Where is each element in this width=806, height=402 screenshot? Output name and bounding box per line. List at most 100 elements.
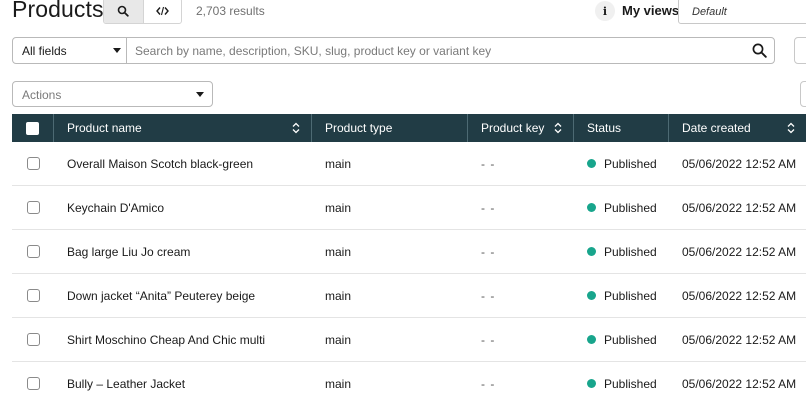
filter-button[interactable] — [794, 37, 806, 64]
code-mode-button[interactable] — [142, 0, 182, 23]
product-type-cell: main — [312, 142, 468, 185]
column-settings-button[interactable] — [800, 81, 806, 107]
product-name[interactable]: Bully – Leather Jacket — [67, 377, 185, 391]
actions-select[interactable]: Actions — [12, 81, 213, 107]
search-icon — [117, 5, 129, 17]
row-checkbox[interactable] — [26, 245, 40, 258]
select-all-checkbox[interactable] — [26, 121, 39, 135]
caret-down-icon — [196, 92, 204, 97]
results-count: 2,703 results — [196, 4, 265, 18]
status-cell: Published — [574, 362, 669, 402]
date-created: 05/06/2022 12:52 AM — [682, 332, 797, 347]
table-row[interactable]: Down jacket “Anita” Peuterey beige main … — [12, 274, 806, 318]
info-icon[interactable]: i — [595, 1, 615, 21]
date-created: 05/06/2022 12:52 AM — [682, 200, 797, 215]
table-body: Overall Maison Scotch black-green main -… — [12, 142, 806, 402]
date-created-cell: 05/06/2022 12:52 AM — [669, 318, 806, 361]
product-type: main — [325, 288, 352, 303]
product-key: - - — [481, 376, 496, 391]
row-checkbox[interactable] — [26, 377, 40, 390]
table-row[interactable]: Overall Maison Scotch black-green main -… — [12, 142, 806, 186]
product-name[interactable]: Down jacket “Anita” Peuterey beige — [67, 289, 255, 303]
table-row[interactable]: Bully – Leather Jacket main - - Publishe… — [12, 362, 806, 402]
product-key-cell: - - — [468, 142, 574, 185]
search-field-value: All fields — [22, 43, 67, 58]
status-cell: Published — [574, 230, 669, 273]
product-type: main — [325, 244, 352, 259]
page-title: Products — [12, 0, 104, 22]
product-name[interactable]: Overall Maison Scotch black-green — [67, 157, 253, 171]
status-badge: Published — [604, 244, 657, 259]
product-key-cell: - - — [468, 230, 574, 273]
product-key: - - — [481, 244, 496, 259]
product-type: main — [325, 200, 352, 215]
product-name-cell: Bag large Liu Jo cream — [54, 230, 312, 273]
date-created-cell: 05/06/2022 12:52 AM — [669, 230, 806, 273]
search-submit-button[interactable] — [744, 38, 774, 63]
row-select-cell — [12, 186, 54, 229]
status-dot-icon — [587, 291, 596, 300]
page-header: Products 2,703 results i My views Defaul… — [0, 0, 806, 30]
search-input[interactable] — [127, 38, 744, 63]
status-dot-icon — [587, 203, 596, 212]
product-key: - - — [481, 156, 496, 171]
product-name-cell: Keychain D'Amico — [54, 186, 312, 229]
status-badge: Published — [604, 332, 657, 347]
sort-icon — [787, 122, 795, 134]
product-type-cell: main — [312, 362, 468, 402]
table-header: Product name Product type Product key St… — [12, 114, 806, 142]
date-created-cell: 05/06/2022 12:52 AM — [669, 274, 806, 317]
date-created-cell: 05/06/2022 12:52 AM — [669, 142, 806, 185]
search-mode-toggle — [103, 0, 182, 24]
row-select-cell — [12, 274, 54, 317]
row-checkbox[interactable] — [26, 333, 40, 346]
table-row[interactable]: Keychain D'Amico main - - Published 05/0… — [12, 186, 806, 230]
sort-icon — [554, 122, 562, 134]
column-header-status[interactable]: Status — [574, 114, 669, 142]
product-type: main — [325, 156, 352, 171]
product-name-cell: Shirt Moschino Cheap And Chic multi — [54, 318, 312, 361]
product-name-cell: Bully – Leather Jacket — [54, 362, 312, 402]
my-views-label: My views — [622, 3, 680, 18]
status-badge: Published — [604, 288, 657, 303]
column-header-product-key[interactable]: Product key — [468, 114, 574, 142]
column-label: Product name — [67, 121, 142, 135]
column-header-product-name[interactable]: Product name — [54, 114, 312, 142]
date-created-cell: 05/06/2022 12:52 AM — [669, 186, 806, 229]
product-key: - - — [481, 332, 496, 347]
row-select-cell — [12, 318, 54, 361]
column-label: Status — [587, 121, 622, 135]
product-key: - - — [481, 288, 496, 303]
table-row[interactable]: Shirt Moschino Cheap And Chic multi main… — [12, 318, 806, 362]
date-created: 05/06/2022 12:52 AM — [682, 376, 797, 391]
column-header-date-created[interactable]: Date created — [669, 114, 806, 142]
status-cell: Published — [574, 186, 669, 229]
actions-placeholder: Actions — [22, 88, 62, 102]
info-glyph: i — [602, 4, 608, 18]
product-name[interactable]: Bag large Liu Jo cream — [67, 245, 190, 259]
product-type-cell: main — [312, 186, 468, 229]
search-field-select[interactable]: All fields — [13, 38, 127, 63]
product-name[interactable]: Shirt Moschino Cheap And Chic multi — [67, 333, 265, 347]
product-name[interactable]: Keychain D'Amico — [67, 201, 164, 215]
status-cell: Published — [574, 318, 669, 361]
product-name-cell: Down jacket “Anita” Peuterey beige — [54, 274, 312, 317]
table-row[interactable]: Bag large Liu Jo cream main - - Publishe… — [12, 230, 806, 274]
product-type-cell: main — [312, 230, 468, 273]
product-key-cell: - - — [468, 186, 574, 229]
product-type: main — [325, 332, 352, 347]
product-type-cell: main — [312, 274, 468, 317]
row-checkbox[interactable] — [26, 157, 40, 170]
product-key-cell: - - — [468, 318, 574, 361]
column-label: Product key — [481, 121, 545, 135]
views-select[interactable]: Default — [678, 0, 806, 24]
date-created: 05/06/2022 12:52 AM — [682, 244, 797, 259]
search-mode-button[interactable] — [104, 0, 143, 23]
status-badge: Published — [604, 376, 657, 391]
row-checkbox[interactable] — [26, 201, 40, 214]
sort-icon — [292, 122, 300, 134]
column-header-product-type[interactable]: Product type — [312, 114, 468, 142]
row-checkbox[interactable] — [26, 289, 40, 302]
status-cell: Published — [574, 274, 669, 317]
column-label: Product type — [325, 121, 393, 135]
